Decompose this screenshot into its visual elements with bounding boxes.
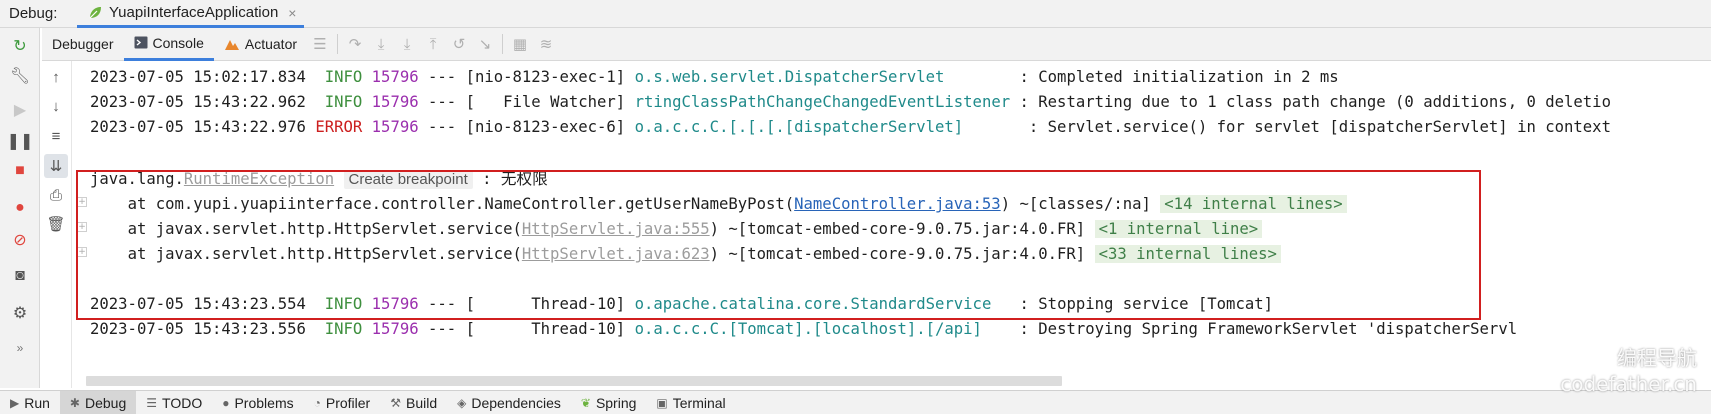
tab-debugger-label: Debugger [52, 36, 114, 52]
pause-icon[interactable]: ❚❚ [7, 129, 34, 153]
bottom-tab-debug[interactable]: ✱ Debug [59, 390, 137, 414]
soft-wrap-icon[interactable]: ≡ [44, 124, 68, 148]
run-config-tab-label: YuapiInterfaceApplication [109, 4, 279, 21]
evaluate-icon[interactable]: ▦ [507, 28, 533, 61]
resume-icon[interactable]: ▶ [8, 98, 32, 122]
step-over-icon[interactable]: ↷ [342, 28, 368, 61]
tab-console-label: Console [152, 34, 204, 51]
console-actions-bar: ↑ ↓ ≡ ⇊ ⎙ 🗑︎ [40, 61, 72, 388]
bottom-tab-run[interactable]: ▶ Run [0, 391, 60, 414]
step-into-icon[interactable]: ⤓ [368, 28, 394, 61]
view-breakpoints-icon[interactable]: ● [8, 196, 32, 220]
spring-leaf-icon [89, 6, 101, 18]
log-line: 2023-07-05 15:02:17.834 INFO 15796 --- [… [90, 68, 1339, 86]
log-line: 2023-07-05 15:43:22.962 INFO 15796 --- [… [90, 93, 1611, 111]
scroll-to-end-icon[interactable]: ⇊ [44, 154, 68, 178]
dependencies-icon: ◈ [457, 395, 467, 410]
close-tab-icon[interactable]: × [288, 5, 296, 21]
bottom-tab-spring[interactable]: ❦ Spring [571, 391, 647, 414]
debug-icon: ✱ [69, 395, 80, 410]
tab-console[interactable]: Console [123, 28, 214, 61]
print-icon[interactable]: ⎙ [44, 183, 68, 207]
settings-gear-icon[interactable]: ⚙ [8, 301, 32, 325]
stop-icon[interactable]: ■ [8, 159, 32, 183]
error-highlight-box [76, 170, 1481, 320]
tool-window-bar: ▶ Run ✱ Debug ☰ TODO ● Problems ◔ Profiler ⚒ B… [0, 390, 1711, 414]
bottom-tab-dependencies[interactable]: ◈ Dependencies [447, 391, 571, 414]
up-arrow-icon[interactable]: ↑ [44, 65, 68, 89]
debug-actions-bar: ↻ 🔧︎ ▶ ❚❚ ■ ● ⊘ ◙ ⚙ » [0, 28, 40, 388]
toolbar-divider [502, 34, 504, 54]
toolbar-divider [337, 34, 339, 54]
debug-toolbar: Debugger Console Actuator ☰ ↷ ⤓ ⤓ ⤒ ↺ ↘ … [42, 28, 1711, 61]
bottom-tab-todo[interactable]: ☰ TODO [136, 391, 212, 414]
drop-frame-icon[interactable]: ↺ [446, 28, 472, 61]
frames-layout-icon[interactable]: ☰ [307, 28, 333, 61]
spring-icon: ❦ [580, 395, 591, 410]
build-icon: ⚒ [390, 395, 401, 410]
bottom-tab-profiler[interactable]: ◔ Profiler [304, 391, 381, 414]
trace-icon[interactable]: ≋ [533, 28, 559, 61]
log-line: 2023-07-05 15:43:23.556 INFO 15796 --- [… [90, 320, 1518, 338]
todo-icon: ☰ [146, 395, 158, 410]
problems-icon: ● [222, 395, 230, 410]
camera-icon[interactable]: ◙ [8, 264, 32, 288]
actuator-icon [224, 39, 239, 50]
rerun-icon[interactable]: ↻ [8, 34, 32, 58]
force-step-into-icon[interactable]: ⤓ [394, 28, 420, 61]
tab-actuator[interactable]: Actuator [214, 28, 307, 61]
mute-breakpoints-icon[interactable]: ⊘ [8, 228, 32, 252]
run-icon: ▶ [10, 395, 20, 410]
step-out-icon[interactable]: ⤒ [420, 28, 446, 61]
debug-label: Debug: [9, 5, 58, 22]
tab-actuator-label: Actuator [244, 36, 298, 52]
bottom-tab-build[interactable]: ⚒ Build [380, 391, 447, 414]
profiler-icon: ◔ [313, 395, 321, 410]
terminal-icon: ▣ [656, 395, 668, 410]
console-icon [134, 36, 147, 49]
log-line-error: 2023-07-05 15:43:22.976 ERROR 15796 --- … [90, 118, 1621, 136]
bottom-tab-problems[interactable]: ● Problems [212, 391, 303, 414]
bottom-tab-terminal[interactable]: ▣ Terminal [646, 391, 735, 414]
tab-debugger[interactable]: Debugger [42, 28, 124, 61]
watermark: 编程导航 codefather.cn [1560, 346, 1697, 396]
more-icon[interactable]: » [8, 336, 32, 360]
trash-icon[interactable]: 🗑︎ [44, 212, 68, 236]
run-to-cursor-icon[interactable]: ↘ [472, 28, 498, 61]
run-config-tab[interactable]: YuapiInterfaceApplication × [77, 0, 305, 28]
settings-wrench-icon[interactable]: 🔧︎ [8, 64, 32, 88]
down-arrow-icon[interactable]: ↓ [44, 94, 68, 118]
horizontal-scrollbar[interactable] [86, 376, 1062, 386]
